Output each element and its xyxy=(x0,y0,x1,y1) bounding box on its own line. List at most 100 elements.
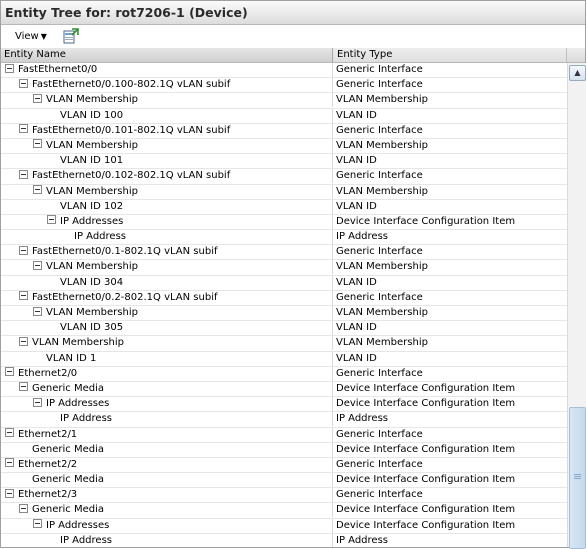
entity-type-cell: Device Interface Configuration Item xyxy=(336,398,516,410)
entity-name-cell: Generic Media xyxy=(1,381,333,396)
table-row[interactable]: Ethernet2/1 Generic Interface xyxy=(1,427,567,443)
scroll-up-arrow-icon[interactable]: ▲ xyxy=(569,65,586,81)
table-row[interactable]: Ethernet2/3 Generic Interface xyxy=(1,488,567,504)
entity-name-label: FastEthernet0/0.100-802.1Q vLAN subif xyxy=(32,79,231,91)
entity-name-label: Ethernet2/1 xyxy=(18,428,78,440)
table-row[interactable]: VLAN Membership VLAN Membership xyxy=(1,184,567,200)
collapse-toggle-icon[interactable] xyxy=(47,215,56,225)
table-row[interactable]: Generic Media Device Interface Configurat… xyxy=(1,442,567,458)
table-row[interactable]: IP Addresses Device Interface Configurati… xyxy=(1,397,567,413)
entity-type-cell: VLAN Membership xyxy=(336,94,428,106)
entity-type-cell: Device Interface Configuration Item xyxy=(336,215,516,227)
collapse-toggle-icon[interactable] xyxy=(33,260,42,270)
collapse-toggle-icon[interactable] xyxy=(33,519,42,529)
entity-name-cell: VLAN Membership xyxy=(1,138,333,153)
table-row[interactable]: VLAN ID 304 VLAN ID xyxy=(1,275,567,291)
entity-type-cell: Device Interface Configuration Item xyxy=(336,443,516,455)
table-row[interactable]: FastEthernet0/0.101-802.1Q vLAN subif Gen… xyxy=(1,123,567,139)
entity-name-cell: IP Address xyxy=(1,412,333,427)
entity-name-label: VLAN ID 102 xyxy=(60,200,124,212)
entity-name-cell: FastEthernet0/0 xyxy=(1,63,333,77)
entity-type-cell: Generic Interface xyxy=(336,291,423,303)
collapse-toggle-icon[interactable] xyxy=(5,428,14,437)
entity-name-label: IP Addresses xyxy=(46,519,110,531)
collapse-toggle-icon[interactable] xyxy=(33,93,42,103)
table-row[interactable]: VLAN ID 100 VLAN ID xyxy=(1,108,567,124)
entity-name-label: VLAN Membership xyxy=(46,185,138,197)
table-row[interactable]: IP Address IP Address xyxy=(1,412,567,428)
table-row[interactable]: VLAN ID 1 VLAN ID xyxy=(1,351,567,367)
entity-name-cell: FastEthernet0/0.101-802.1Q vLAN subif xyxy=(1,123,333,138)
table-row[interactable]: Generic Media Device Interface Configurat… xyxy=(1,473,567,489)
table-row[interactable]: VLAN Membership VLAN Membership xyxy=(1,306,567,322)
collapse-toggle-icon[interactable] xyxy=(5,63,14,73)
entity-name-cell: FastEthernet0/0.102-802.1Q vLAN subif xyxy=(1,169,333,184)
collapse-toggle-icon[interactable] xyxy=(19,78,28,88)
collapse-toggle-icon[interactable] xyxy=(5,367,14,377)
column-header-entity-name[interactable]: Entity Name xyxy=(1,48,333,62)
collapse-toggle-icon[interactable] xyxy=(19,503,28,513)
table-row[interactable]: VLAN Membership VLAN Membership xyxy=(1,93,567,109)
collapse-toggle-icon[interactable] xyxy=(33,139,42,149)
collapse-toggle-icon[interactable] xyxy=(19,291,28,301)
table-row[interactable]: IP Address IP Address xyxy=(1,533,567,547)
entity-type-cell: VLAN ID xyxy=(336,200,377,212)
entity-name-label: VLAN Membership xyxy=(46,94,138,106)
collapse-toggle-icon[interactable] xyxy=(33,397,42,407)
table-row[interactable]: FastEthernet0/0.1-802.1Q vLAN subif Gener… xyxy=(1,245,567,261)
entity-name-cell: Ethernet2/1 xyxy=(1,427,333,442)
entity-name-cell: IP Addresses xyxy=(1,397,333,412)
entity-name-cell: IP Address xyxy=(1,533,333,547)
table-row[interactable]: Generic Media Device Interface Configurat… xyxy=(1,381,567,398)
entity-name-label: Ethernet2/0 xyxy=(18,367,78,379)
table-row[interactable]: IP Addresses Device Interface Configurati… xyxy=(1,518,567,534)
entity-name-label: IP Address xyxy=(60,534,112,546)
collapse-toggle-icon[interactable] xyxy=(5,458,14,468)
collapse-toggle-icon[interactable] xyxy=(19,336,28,346)
entity-type-cell: IP Address xyxy=(336,534,388,546)
column-header-entity-type[interactable]: Entity Type xyxy=(334,48,567,62)
collapse-toggle-icon[interactable] xyxy=(33,185,42,194)
table-row[interactable]: VLAN ID 101 VLAN ID xyxy=(1,154,567,170)
collapse-toggle-icon[interactable] xyxy=(19,169,28,179)
entity-type-cell: Generic Interface xyxy=(336,246,423,258)
entity-type-cell: Device Interface Configuration Item xyxy=(336,382,516,394)
table-row[interactable]: FastEthernet0/0.102-802.1Q vLAN subif Gen… xyxy=(1,169,567,185)
entity-type-cell: VLAN Membership xyxy=(336,185,428,197)
table-row[interactable]: IP Addresses Device Interface Configurati… xyxy=(1,214,567,231)
entity-name-cell: VLAN ID 102 xyxy=(1,199,333,214)
entity-type-cell: VLAN Membership xyxy=(336,139,428,151)
table-row[interactable]: VLAN ID 305 VLAN ID xyxy=(1,321,567,337)
table-row[interactable]: FastEthernet0/0.100-802.1Q vLAN subif Gen… xyxy=(1,78,567,94)
entity-name-label: FastEthernet0/0 xyxy=(18,64,98,75)
table-row[interactable]: VLAN Membership VLAN Membership xyxy=(1,336,567,352)
collapse-toggle-icon[interactable] xyxy=(19,382,28,392)
collapse-toggle-icon[interactable] xyxy=(5,488,14,498)
entity-type-cell: Generic Interface xyxy=(336,428,423,440)
table-row[interactable]: VLAN ID 102 VLAN ID xyxy=(1,199,567,215)
export-icon[interactable] xyxy=(63,28,79,44)
scrollbar-thumb[interactable] xyxy=(569,407,586,549)
entity-name-cell: VLAN Membership xyxy=(1,184,333,199)
view-menu-button[interactable]: View ▼ xyxy=(15,30,47,44)
table-row[interactable]: IP Address IP Address xyxy=(1,230,567,246)
entity-name-label: VLAN ID 100 xyxy=(60,109,124,121)
entity-type-cell: VLAN ID xyxy=(336,109,377,121)
table-row[interactable]: FastEthernet0/0 Generic Interface xyxy=(1,63,567,79)
table-row[interactable]: VLAN Membership VLAN Membership xyxy=(1,138,567,155)
entity-name-label: FastEthernet0/0.2-802.1Q vLAN subif xyxy=(32,291,218,303)
table-row[interactable]: VLAN Membership VLAN Membership xyxy=(1,260,567,276)
toolbar: View ▼ xyxy=(1,26,585,49)
collapse-toggle-icon[interactable] xyxy=(19,124,28,134)
collapse-toggle-icon[interactable] xyxy=(19,245,28,255)
entity-name-cell: IP Address xyxy=(1,230,333,245)
table-row[interactable]: Generic Media Device Interface Configurat… xyxy=(1,503,567,519)
entity-type-cell: VLAN Membership xyxy=(336,307,428,318)
vertical-scrollbar[interactable]: ▲ xyxy=(567,63,586,549)
entity-type-cell: VLAN ID xyxy=(336,155,377,167)
table-row[interactable]: FastEthernet0/0.2-802.1Q vLAN subif Gener… xyxy=(1,290,567,306)
table-row[interactable]: Ethernet2/0 Generic Interface xyxy=(1,366,567,382)
collapse-toggle-icon[interactable] xyxy=(33,306,42,316)
entity-type-cell: Device Interface Configuration Item xyxy=(336,474,516,486)
table-row[interactable]: Ethernet2/2 Generic Interface xyxy=(1,457,567,474)
